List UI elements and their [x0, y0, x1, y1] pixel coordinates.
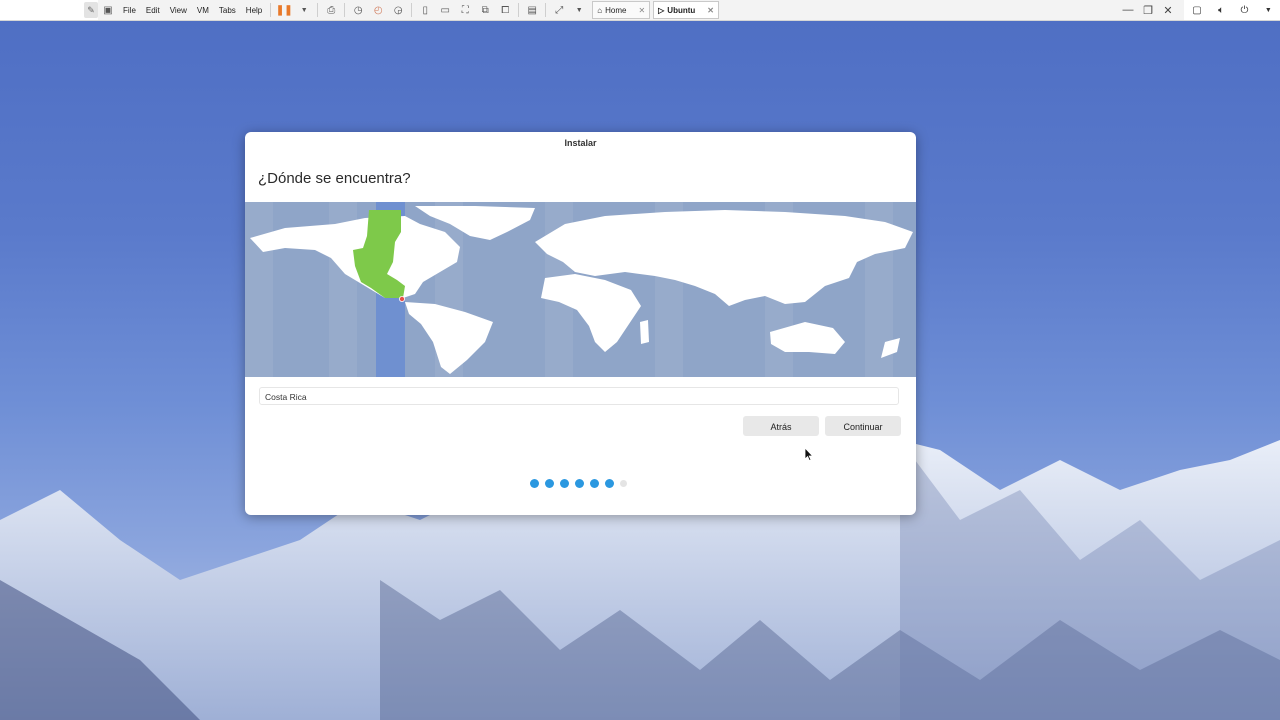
stretch-guest-icon[interactable]: ⤢ — [551, 2, 567, 18]
tab-label: Home — [605, 5, 627, 15]
menu-edit[interactable]: Edit — [141, 6, 165, 15]
progress-step-done — [605, 479, 614, 488]
vm-icon: ▷ — [658, 5, 665, 15]
console-view-icon[interactable]: ⧠ — [497, 2, 513, 18]
dropdown-arrow-icon[interactable]: ▼ — [296, 2, 312, 18]
window-controls: — ❐ ✕ ▢ 🔈︎ ⏻ ▼ — [1118, 0, 1280, 20]
continue-button[interactable]: Continuar — [825, 416, 901, 436]
snapshot-manager-icon[interactable]: ◶ — [390, 2, 406, 18]
guest-system-tray: ▢ 🔈︎ ⏻ ▼ — [1184, 0, 1280, 20]
tab-home[interactable]: ⌂ Home ✕ — [592, 1, 651, 19]
menu-vm[interactable]: VM — [192, 6, 214, 15]
vm-library-icon[interactable]: ▣ — [100, 2, 116, 18]
progress-step-done — [590, 479, 599, 488]
menu-tabs[interactable]: Tabs — [214, 6, 241, 15]
home-icon: ⌂ — [597, 5, 603, 15]
revert-snapshot-icon[interactable]: ◴ — [370, 2, 386, 18]
progress-step-done — [575, 479, 584, 488]
mouse-cursor-icon — [804, 447, 814, 462]
back-button[interactable]: Atrás — [743, 416, 819, 436]
progress-step-done — [560, 479, 569, 488]
progress-step-pending — [620, 480, 627, 487]
power-icon[interactable]: ⏻ — [1241, 5, 1249, 16]
page-heading: ¿Dónde se encuentra? — [258, 170, 411, 187]
tab-label: Ubuntu — [667, 5, 696, 15]
progress-step-done — [545, 479, 554, 488]
progress-step-done — [530, 479, 539, 488]
restore-icon[interactable]: ❐ — [1138, 4, 1158, 17]
unity-icon[interactable]: ⧉ — [477, 2, 493, 18]
toolbar-divider — [270, 3, 272, 17]
tab-ubuntu[interactable]: ▷ Ubuntu ✕ — [653, 1, 719, 19]
display-icon[interactable]: ▢ — [1192, 5, 1201, 16]
close-icon[interactable]: ✕ — [638, 6, 645, 15]
close-window-icon[interactable]: ✕ — [1158, 4, 1178, 17]
send-ctrl-alt-del-icon[interactable]: ⎙ — [323, 2, 339, 18]
show-library-icon[interactable]: ▯ — [417, 2, 433, 18]
full-screen-icon[interactable]: ⛶ — [457, 2, 473, 18]
pause-icon[interactable]: ❚❚ — [276, 2, 293, 18]
toolbar-divider — [411, 3, 413, 17]
timezone-map[interactable] — [245, 202, 916, 377]
thumbnail-bar-icon[interactable]: ▭ — [437, 2, 453, 18]
pin-icon[interactable]: ✎ — [84, 2, 98, 18]
menu-view[interactable]: View — [165, 6, 192, 15]
dropdown-arrow-icon[interactable]: ▼ — [571, 2, 587, 18]
volume-icon[interactable]: 🔈︎ — [1218, 5, 1224, 16]
menu-file[interactable]: File — [118, 6, 141, 15]
dialog-title: Instalar — [564, 138, 597, 148]
toolbar-divider — [545, 3, 547, 17]
terminal-icon[interactable]: ▤ — [524, 2, 540, 18]
toolbar-divider — [344, 3, 346, 17]
progress-indicator — [530, 479, 627, 488]
menu-help[interactable]: Help — [241, 6, 267, 15]
installer-dialog: Instalar ¿Dónde se encuentra? Costa Rica… — [245, 132, 916, 515]
snapshot-icon[interactable]: ◷ — [350, 2, 366, 18]
minimize-icon[interactable]: — — [1118, 4, 1138, 16]
location-pin-icon — [398, 296, 405, 303]
close-icon[interactable]: ✕ — [707, 6, 714, 15]
timezone-input[interactable]: Costa Rica — [259, 387, 899, 405]
toolbar-divider — [518, 3, 520, 17]
chevron-down-icon[interactable]: ▼ — [1265, 7, 1272, 14]
toolbar-divider — [317, 3, 319, 17]
vm-toolbar: ✎ ▣ File Edit View VM Tabs Help ❚❚ ▼ ⎙ ◷… — [0, 0, 1280, 21]
